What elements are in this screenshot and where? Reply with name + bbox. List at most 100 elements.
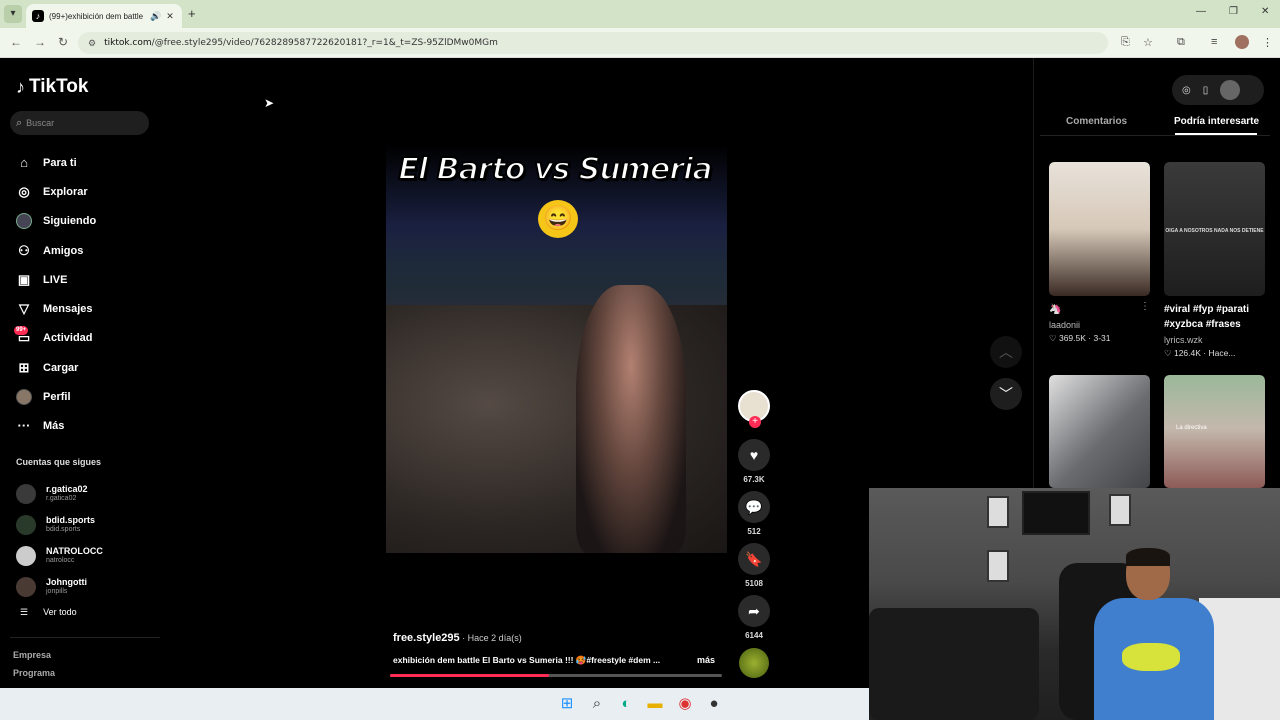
active-tab-underline xyxy=(1175,133,1257,135)
save-action[interactable]: 🔖 5108 xyxy=(738,543,770,588)
profile-avatar-icon[interactable] xyxy=(1235,35,1249,49)
webcam-person xyxy=(1094,548,1214,720)
webcam-sofa xyxy=(869,608,1039,720)
nav-item-mas[interactable]: ··· Más xyxy=(16,412,156,441)
search-input[interactable] xyxy=(26,118,137,128)
following-avatar-icon xyxy=(16,213,32,230)
tiktok-note-icon: ♪ xyxy=(16,76,25,97)
nav-label: LIVE xyxy=(43,273,68,286)
video-progress-bar[interactable] xyxy=(390,674,722,677)
user-avatar[interactable] xyxy=(1220,80,1241,100)
nav-item-cargar[interactable]: ⊞ Cargar xyxy=(16,353,156,382)
media-controls-icon[interactable]: ≡ xyxy=(1211,36,1217,48)
following-account[interactable]: Johngotti jonpills xyxy=(16,571,156,602)
nav-label: Para ti xyxy=(43,156,77,169)
url-text[interactable]: tiktok.com/@free.style295/video/76282895… xyxy=(104,38,498,48)
minimize-icon[interactable]: — xyxy=(1196,6,1206,17)
tab-comments[interactable]: Comentarios xyxy=(1066,116,1127,127)
like-count: 67.3K xyxy=(743,475,765,484)
suggested-video-thumb[interactable]: La directiva xyxy=(1164,375,1265,488)
author-avatar[interactable]: + xyxy=(738,390,770,428)
suggested-video-thumb[interactable]: OIGA A NOSOTROS NADA NOS DETIENE xyxy=(1164,162,1265,296)
video-performer xyxy=(576,285,686,553)
search-box[interactable]: ⌕ xyxy=(10,111,149,135)
author-name[interactable]: free.style295 xyxy=(393,632,460,644)
windows-start-icon[interactable]: ⊞ xyxy=(558,695,576,713)
thumb-stats: ♡ 369.5K · 3-31 xyxy=(1049,333,1111,343)
bookmark-star-icon[interactable]: ☆ xyxy=(1143,36,1153,49)
video-author[interactable]: free.style295 · Hace 2 día(s) xyxy=(393,632,522,644)
browser-tab[interactable]: ♪ (99+)exhibición dem battle 🔊 ✕ xyxy=(26,4,182,28)
heart-icon[interactable]: ♥ xyxy=(738,439,770,471)
tiktok-logo[interactable]: ♪ TikTok xyxy=(16,76,88,98)
taskbar-search-icon[interactable]: ⌕ xyxy=(588,695,606,713)
tab-suggested[interactable]: Podría interesarte xyxy=(1174,116,1259,127)
thumb-user[interactable]: laadonii xyxy=(1049,320,1080,330)
file-explorer-icon[interactable]: ▬ xyxy=(646,695,664,713)
tab-title: (99+)exhibición dem battle xyxy=(49,11,144,21)
next-video-button[interactable]: ﹀ xyxy=(990,378,1022,410)
video-emoji: 😄 xyxy=(538,200,578,238)
nav-item-amigos[interactable]: ⚇ Amigos xyxy=(16,236,156,265)
suggested-video-thumb[interactable] xyxy=(1049,375,1150,488)
nav-item-perfil[interactable]: Perfil xyxy=(16,382,156,411)
extensions-icon[interactable]: ⧉ xyxy=(1177,36,1185,49)
previous-video-button[interactable]: ︿ xyxy=(990,336,1022,368)
nav-label: Más xyxy=(43,420,65,433)
phone-icon[interactable]: ▯ xyxy=(1203,85,1209,96)
browser-menu-icon[interactable]: ⋮ xyxy=(1262,36,1273,49)
restore-icon[interactable]: ❐ xyxy=(1229,6,1238,17)
reload-icon[interactable]: ↻ xyxy=(58,35,68,49)
nav-item-actividad[interactable]: ▭ 99+ Actividad xyxy=(14,324,156,353)
back-icon[interactable]: ← xyxy=(10,35,22,49)
following-account[interactable]: bdid.sports bdid.sports xyxy=(16,509,156,540)
forward-icon[interactable]: → xyxy=(34,35,46,49)
like-action[interactable]: ♥ 67.3K xyxy=(738,439,770,484)
suggested-video-thumb[interactable] xyxy=(1049,162,1150,296)
sidebar-nav: ⌂ Para ti ◎ Explorar Siguiendo ⚇ Amigos ▣ LI… xyxy=(14,148,156,441)
obs-icon[interactable]: ● xyxy=(705,695,723,713)
nav-item-live[interactable]: ▣ LIVE xyxy=(16,265,156,294)
following-list: r.gatica02 r.gatica02 bdid.sports bdid.spo… xyxy=(16,478,156,602)
bookmark-icon[interactable]: 🔖 xyxy=(738,543,770,575)
thumb-desc[interactable]: #viral #fyp #parati #xyzbca #frases xyxy=(1164,302,1264,332)
nav-item-mensajes[interactable]: ▽ Mensajes xyxy=(16,294,156,323)
footer-company-link[interactable]: Empresa xyxy=(13,650,51,660)
nav-label: Cargar xyxy=(43,361,79,374)
window-close-icon[interactable]: ✕ xyxy=(1261,6,1269,17)
friends-icon: ⚇ xyxy=(18,242,30,258)
follow-plus-icon[interactable]: + xyxy=(749,416,761,428)
save-count: 5108 xyxy=(745,579,763,588)
thumb-stats: ♡ 126.4K · Hace... xyxy=(1164,348,1236,358)
webcam-poster xyxy=(987,496,1009,528)
speaker-icon[interactable]: 🔊 xyxy=(150,11,161,22)
music-disc-avatar[interactable] xyxy=(739,648,769,678)
comment-action[interactable]: 💬 512 xyxy=(738,491,770,536)
chrome-icon[interactable]: ◉ xyxy=(676,695,694,713)
thumb-image xyxy=(1049,162,1150,296)
more-options-icon[interactable]: ⋮ xyxy=(1140,301,1150,312)
following-account[interactable]: r.gatica02 r.gatica02 xyxy=(16,478,156,509)
nav-item-explorar[interactable]: ◎ Explorar xyxy=(16,177,156,206)
following-account[interactable]: NATROLOCC natrolocc xyxy=(16,540,156,571)
tabs-divider xyxy=(1040,135,1270,136)
install-app-icon[interactable]: ⎘ xyxy=(1121,36,1130,49)
footer-program-link[interactable]: Programa xyxy=(13,668,55,678)
comment-icon[interactable]: 💬 xyxy=(738,491,770,523)
thumb-user[interactable]: lyrics.wzk xyxy=(1164,335,1203,345)
close-tab-icon[interactable]: ✕ xyxy=(166,11,174,22)
caption-more-button[interactable]: más xyxy=(697,655,715,665)
url-omnibox[interactable]: ⚙ tiktok.com/@free.style295/video/762828… xyxy=(78,32,1108,54)
compass-icon[interactable]: ◎ xyxy=(1182,85,1191,96)
see-all-link[interactable]: ☰ Ver todo xyxy=(20,607,77,618)
thumb-desc[interactable]: 🦄 xyxy=(1049,302,1061,317)
tab-search-button[interactable]: ▾ xyxy=(4,5,22,23)
share-action[interactable]: ➦ 6144 xyxy=(738,595,770,640)
share-icon[interactable]: ➦ xyxy=(738,595,770,627)
nav-item-siguiendo[interactable]: Siguiendo xyxy=(16,207,156,236)
new-tab-button[interactable]: + xyxy=(188,6,196,21)
site-info-icon[interactable]: ⚙ xyxy=(88,38,96,49)
brand-name: TikTok xyxy=(29,76,89,97)
nav-item-para-ti[interactable]: ⌂ Para ti xyxy=(16,148,156,177)
edge-icon[interactable]: ◐ xyxy=(617,695,635,713)
